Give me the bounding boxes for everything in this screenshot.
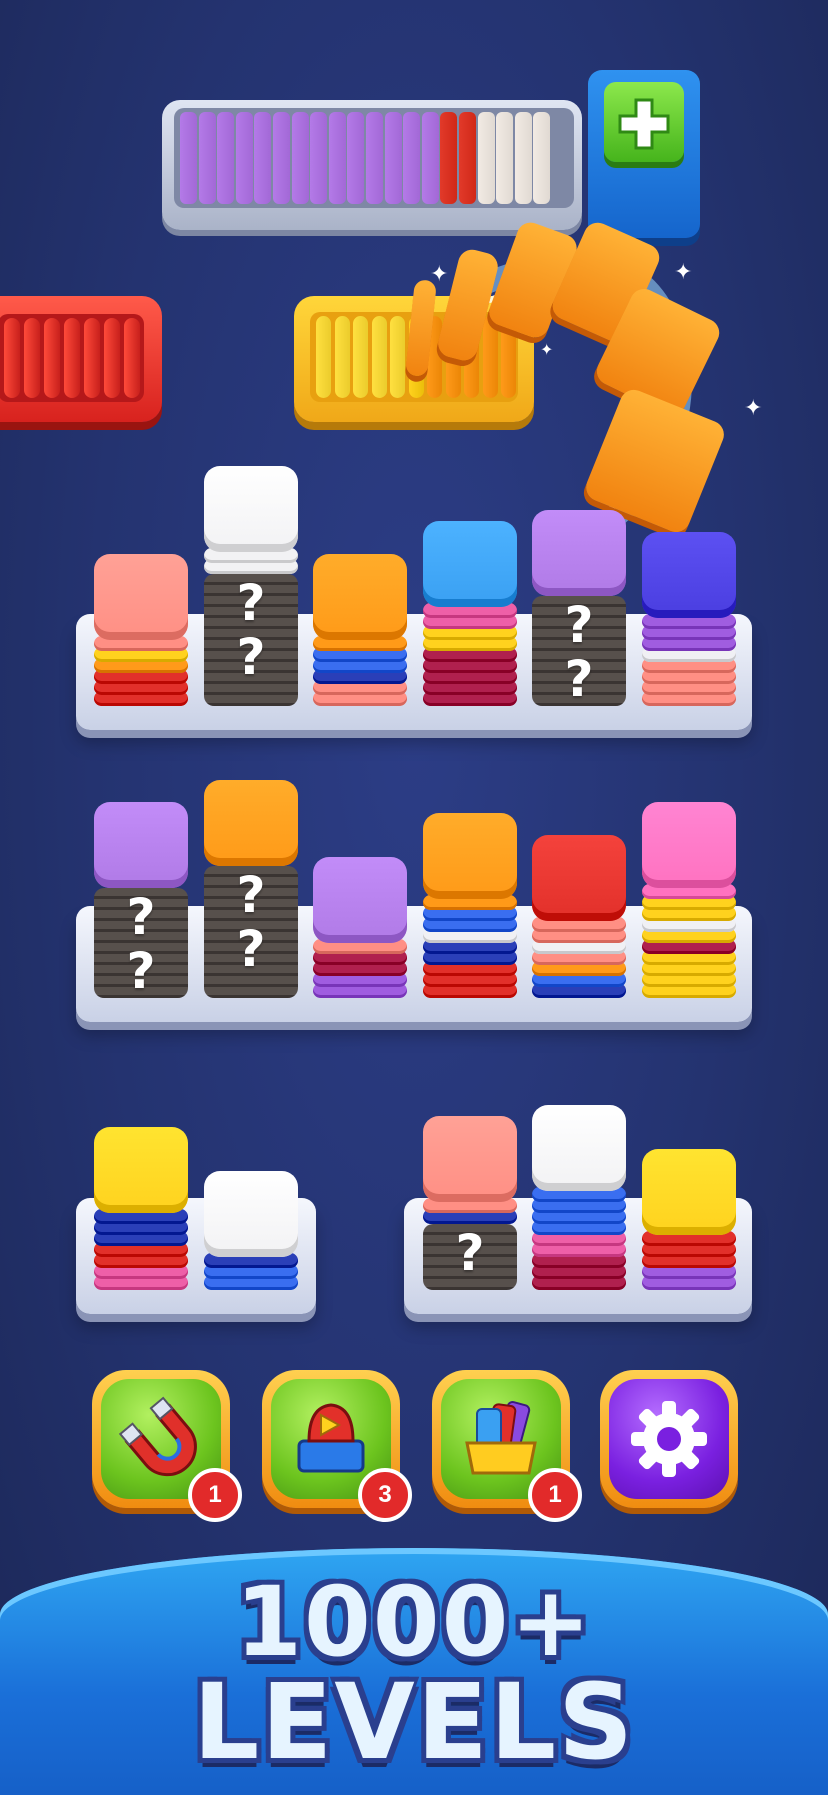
- tile-stack[interactable]: [532, 1105, 626, 1290]
- question-mark-icon: ?: [236, 866, 266, 924]
- tile-stack[interactable]: ??: [94, 802, 188, 998]
- question-mark-icon: ?: [564, 650, 594, 708]
- question-mark-icon: ?: [564, 596, 594, 654]
- top-tile[interactable]: [532, 510, 626, 596]
- tile-stack[interactable]: [313, 857, 407, 998]
- top-tile[interactable]: [642, 802, 736, 888]
- promo-line-1: 1000+: [235, 1566, 593, 1678]
- tile-stack[interactable]: ??: [204, 466, 298, 706]
- top-tile[interactable]: [423, 1116, 517, 1202]
- top-tile[interactable]: [204, 780, 298, 866]
- top-tile[interactable]: [94, 554, 188, 640]
- tile-stack[interactable]: [423, 813, 517, 998]
- settings-button[interactable]: [600, 1370, 738, 1508]
- top-tile[interactable]: [94, 1127, 188, 1213]
- question-mark-icon: ?: [236, 574, 266, 632]
- tile-stack[interactable]: ?: [423, 1116, 517, 1290]
- top-tile[interactable]: [642, 532, 736, 618]
- top-tile[interactable]: [94, 802, 188, 888]
- gear-icon: [631, 1401, 707, 1477]
- top-tile[interactable]: [423, 521, 517, 607]
- shuffle-booster-button[interactable]: 3: [262, 1370, 412, 1522]
- question-mark-icon: ?: [236, 628, 266, 686]
- tile-stack[interactable]: ??: [204, 780, 298, 998]
- color-box-count-badge: 1: [528, 1468, 582, 1522]
- top-tile[interactable]: [532, 835, 626, 921]
- tile-stack[interactable]: [313, 554, 407, 706]
- question-mark-icon: ?: [236, 920, 266, 978]
- settings-button-face: [609, 1379, 729, 1499]
- tile-stack[interactable]: [94, 1127, 188, 1290]
- tile-stack[interactable]: [423, 521, 517, 706]
- top-tile[interactable]: [532, 1105, 626, 1191]
- top-tile[interactable]: [204, 1171, 298, 1257]
- color-box-booster-button[interactable]: 1: [432, 1370, 582, 1522]
- question-mark-icon: ?: [126, 888, 156, 946]
- tile-stack[interactable]: [642, 532, 736, 706]
- promo-banner: 1000+ LEVELS: [0, 1548, 828, 1795]
- top-tile[interactable]: [313, 857, 407, 943]
- shelves-area: ?????????: [0, 0, 828, 1340]
- tile-stack[interactable]: [642, 1149, 736, 1290]
- magnet-count-badge: 1: [188, 1468, 242, 1522]
- tile-stack[interactable]: [204, 1171, 298, 1290]
- tile-stack[interactable]: ??: [532, 510, 626, 706]
- tile-stack[interactable]: [94, 554, 188, 706]
- magnet-booster-button[interactable]: 1: [92, 1370, 242, 1522]
- top-tile[interactable]: [313, 554, 407, 640]
- top-tile[interactable]: [642, 1149, 736, 1235]
- question-mark-icon: ?: [455, 1224, 485, 1282]
- top-tile[interactable]: [204, 466, 298, 552]
- tile-stack[interactable]: [642, 802, 736, 998]
- top-tile[interactable]: [423, 813, 517, 899]
- tile-stack[interactable]: [532, 835, 626, 998]
- promo-line-2: LEVELS: [192, 1661, 635, 1783]
- question-mark-icon: ?: [126, 942, 156, 1000]
- shuffle-count-badge: 3: [358, 1468, 412, 1522]
